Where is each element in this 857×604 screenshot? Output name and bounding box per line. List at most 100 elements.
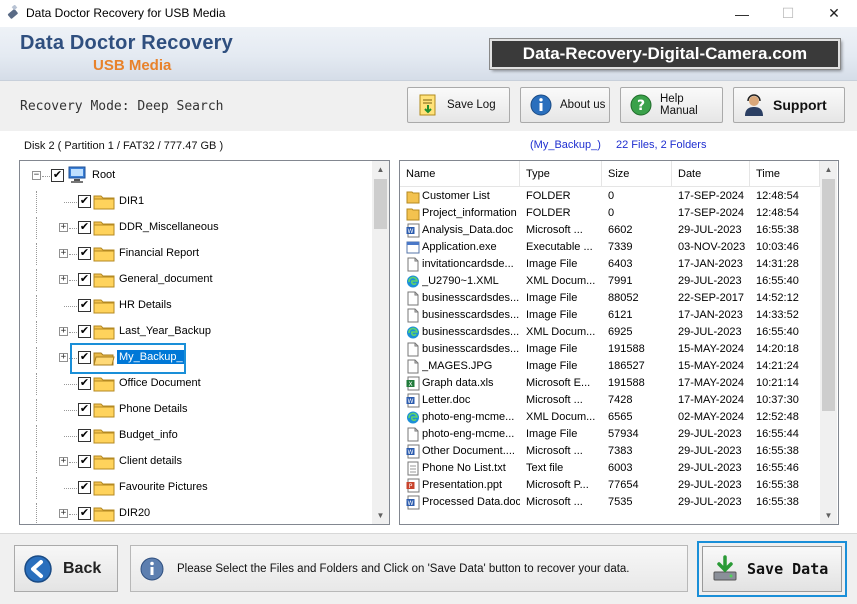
tree-item[interactable]: + ✔ Financial Report xyxy=(20,243,372,265)
tree-item-checkbox[interactable]: ✔ xyxy=(78,481,91,494)
folder-tree[interactable]: − ✔ Root ✔ DIR1 + ✔ DDR_Miscellaneous + ✔ Finan… xyxy=(19,160,390,525)
tree-item-checkbox[interactable]: ✔ xyxy=(78,377,91,390)
column-header-date[interactable]: Date xyxy=(672,161,750,187)
list-item[interactable]: photo-eng-mcme... Image File 57934 29-JUL-2… xyxy=(400,426,820,443)
tree-item-checkbox[interactable]: ✔ xyxy=(78,195,91,208)
column-header-size[interactable]: Size xyxy=(602,161,672,187)
list-item[interactable]: W Processed Data.doc Microsoft ... 7535 29-J… xyxy=(400,494,820,511)
file-type: Image File xyxy=(526,343,578,355)
root-checkbox[interactable]: ✔ xyxy=(51,169,64,182)
scroll-thumb[interactable] xyxy=(822,179,835,411)
expand-icon[interactable]: + xyxy=(59,223,68,232)
file-size: 6121 xyxy=(608,309,633,321)
list-scrollbar[interactable]: ▲ ▼ xyxy=(820,161,837,524)
save-data-inner[interactable]: Save Data xyxy=(702,546,842,592)
tree-item-checkbox[interactable]: ✔ xyxy=(78,273,91,286)
scroll-down-icon[interactable]: ▼ xyxy=(820,507,837,524)
back-button[interactable]: Back xyxy=(14,545,118,592)
file-list[interactable]: Name Type Size Date Time Customer List FO… xyxy=(399,160,839,525)
list-item[interactable]: _U2790~1.XML XML Docum... 7991 29-JUL-2023 1… xyxy=(400,273,820,290)
tree-connector xyxy=(36,373,37,395)
save-data-button[interactable]: Save Data xyxy=(697,541,847,597)
file-type: Image File xyxy=(526,292,578,304)
expand-icon[interactable]: + xyxy=(59,275,68,284)
tree-item-checkbox[interactable]: ✔ xyxy=(78,221,91,234)
tree-item[interactable]: + ✔ General_document xyxy=(20,269,372,291)
list-item[interactable]: Application.exe Executable ... 7339 03-NOV-… xyxy=(400,239,820,256)
tree-item[interactable]: + ✔ Client details xyxy=(20,451,372,473)
file-size: 57934 xyxy=(608,428,639,440)
list-item[interactable]: W Other Document.... Microsoft ... 7383 29-J… xyxy=(400,443,820,460)
list-item[interactable]: photo-eng-mcme... XML Docum... 6565 02-MAY-… xyxy=(400,409,820,426)
file-name: Project_information xyxy=(422,207,517,219)
list-item[interactable]: businesscardsdes... Image File 191588 15-MA… xyxy=(400,341,820,358)
expand-icon[interactable]: + xyxy=(59,457,68,466)
tree-item-checkbox[interactable]: ✔ xyxy=(78,299,91,312)
close-button[interactable]: ✕ xyxy=(811,0,857,27)
help-manual-button[interactable]: ? Help Manual xyxy=(620,87,723,123)
tree-item[interactable]: ✔ HR Details xyxy=(20,295,372,317)
scroll-thumb[interactable] xyxy=(374,179,387,229)
file-name: Graph data.xls xyxy=(422,377,494,389)
list-item[interactable]: _MAGES.JPG Image File 186527 15-MAY-2024 14:… xyxy=(400,358,820,375)
column-header-time[interactable]: Time xyxy=(750,161,820,187)
expand-icon[interactable]: + xyxy=(59,327,68,336)
list-item[interactable]: Customer List FOLDER 0 17-SEP-2024 12:48:54 xyxy=(400,188,820,205)
minimize-button[interactable]: — xyxy=(719,0,765,27)
expand-icon[interactable]: + xyxy=(59,509,68,518)
list-item[interactable]: Project_information FOLDER 0 17-SEP-2024 12:… xyxy=(400,205,820,222)
tree-item-checkbox[interactable]: ✔ xyxy=(78,247,91,260)
list-item[interactable]: invitationcardsde... Image File 6403 17-JAN… xyxy=(400,256,820,273)
maximize-button[interactable]: ☐ xyxy=(765,0,811,27)
file-size: 6925 xyxy=(608,326,633,338)
list-item[interactable]: businesscardsdes... XML Docum... 6925 29-JU… xyxy=(400,324,820,341)
list-item[interactable]: Phone No List.txt Text file 6003 29-JUL-202… xyxy=(400,460,820,477)
save-log-button[interactable]: Save Log xyxy=(407,87,510,123)
tree-item[interactable]: + ✔ Last_Year_Backup xyxy=(20,321,372,343)
tree-item-checkbox[interactable]: ✔ xyxy=(78,403,91,416)
about-us-button[interactable]: About us xyxy=(520,87,610,123)
tree-scrollbar[interactable]: ▲ ▼ xyxy=(372,161,389,524)
collapse-icon[interactable]: − xyxy=(32,171,41,180)
support-button[interactable]: Support xyxy=(733,87,845,123)
list-item[interactable]: P Presentation.ppt Microsoft P... 77654 29-J… xyxy=(400,477,820,494)
tree-item[interactable]: ✔ Phone Details xyxy=(20,399,372,421)
scroll-down-icon[interactable]: ▼ xyxy=(372,507,389,524)
folder-icon xyxy=(93,325,115,340)
column-header-type[interactable]: Type xyxy=(520,161,602,187)
tree-item-checkbox[interactable]: ✔ xyxy=(78,325,91,338)
tree-item[interactable]: ✔ Favourite Pictures xyxy=(20,477,372,499)
scroll-up-icon[interactable]: ▲ xyxy=(372,161,389,178)
list-item[interactable]: businesscardsdes... Image File 88052 22-SEP… xyxy=(400,290,820,307)
tree-root[interactable]: − ✔ Root xyxy=(20,165,372,187)
download-to-drive-icon xyxy=(713,555,737,581)
svg-text:P: P xyxy=(409,483,413,490)
expand-icon[interactable]: + xyxy=(59,249,68,258)
list-item[interactable]: businesscardsdes... Image File 6121 17-JAN-… xyxy=(400,307,820,324)
tree-item[interactable]: + ✔ DIR20 xyxy=(20,503,372,524)
save-log-label: Save Log xyxy=(447,99,496,111)
file-name: businesscardsdes... xyxy=(422,326,520,338)
expand-icon[interactable]: + xyxy=(59,353,68,362)
column-header-name[interactable]: Name xyxy=(400,161,520,187)
info-icon xyxy=(530,94,552,116)
tree-item-label: Budget_info xyxy=(119,429,178,441)
tree-item-checkbox[interactable]: ✔ xyxy=(78,455,91,468)
list-item[interactable]: X Graph data.xls Microsoft E... 191588 17-MA… xyxy=(400,375,820,392)
tree-item[interactable]: ✔ Office Document xyxy=(20,373,372,395)
scroll-up-icon[interactable]: ▲ xyxy=(820,161,837,178)
list-item[interactable]: W Analysis_Data.doc Microsoft ... 6602 29-JU… xyxy=(400,222,820,239)
tree-connector xyxy=(69,332,77,333)
file-time: 16:55:38 xyxy=(756,479,799,491)
file-icon xyxy=(407,359,419,374)
tree-item[interactable]: ✔ DIR1 xyxy=(20,191,372,213)
tree-item[interactable]: ✔ Budget_info xyxy=(20,425,372,447)
tree-item-label: DDR_Miscellaneous xyxy=(119,221,219,233)
tree-item-checkbox[interactable]: ✔ xyxy=(78,507,91,520)
disk-info-label: Disk 2 ( Partition 1 / FAT32 / 777.47 GB… xyxy=(24,140,224,152)
list-item[interactable]: W Letter.doc Microsoft ... 7428 17-MAY-2024 1… xyxy=(400,392,820,409)
file-time: 12:48:54 xyxy=(756,190,799,202)
folder-icon xyxy=(93,195,115,210)
tree-item-checkbox[interactable]: ✔ xyxy=(78,429,91,442)
tree-item[interactable]: + ✔ DDR_Miscellaneous xyxy=(20,217,372,239)
